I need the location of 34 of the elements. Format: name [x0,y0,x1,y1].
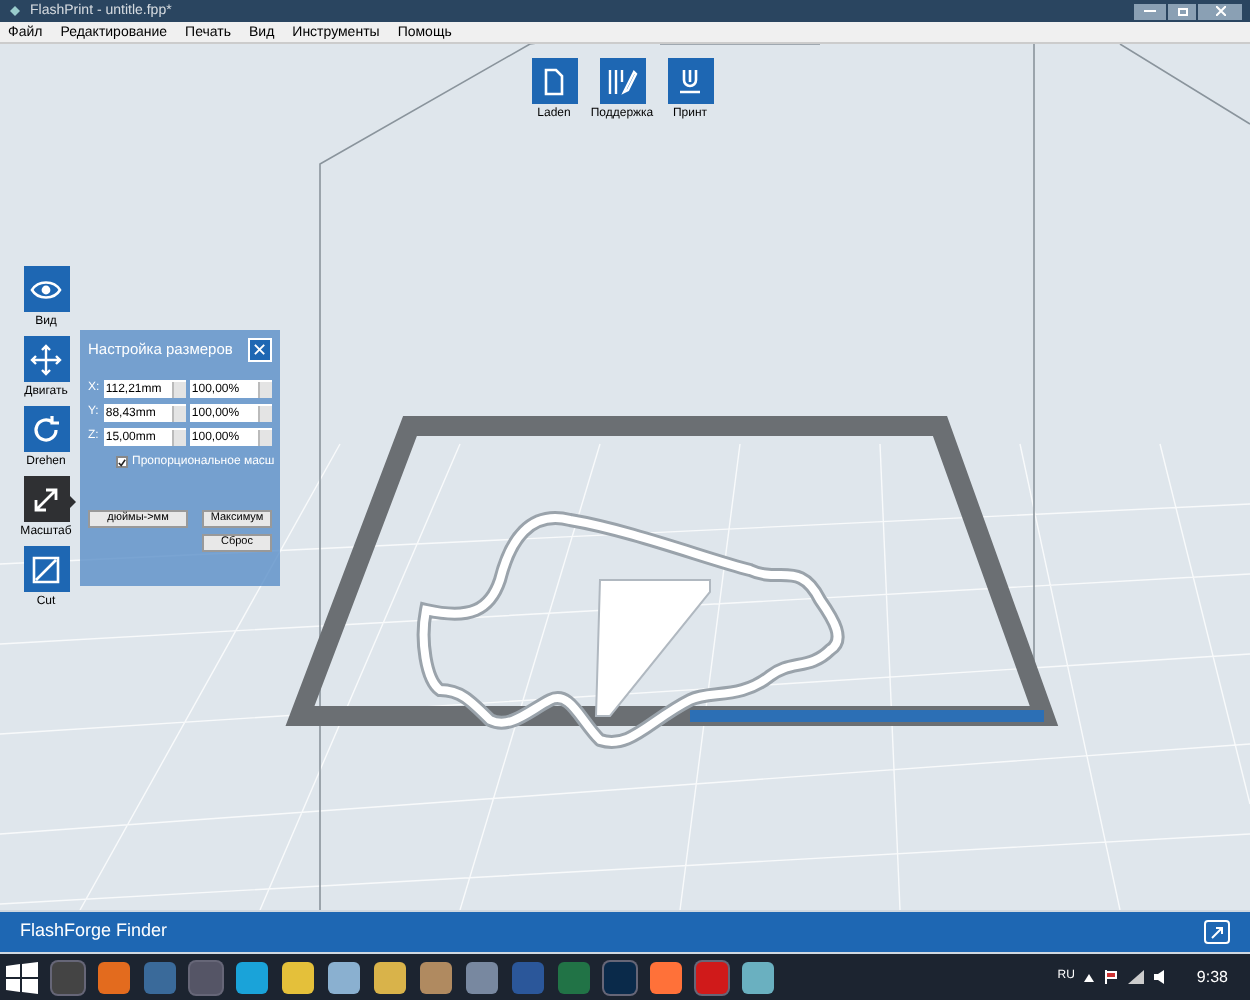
toolbar-button[interactable] [667,58,713,104]
status-text: FlashForge Finder [20,918,168,945]
tool-button[interactable] [23,406,69,452]
signal-bars-icon[interactable] [1128,970,1145,984]
move-arrows-icon [28,341,64,377]
expand-arrow-icon [1210,925,1224,939]
tool-button[interactable] [23,336,69,382]
close-button[interactable] [1198,3,1242,19]
toolbar-button[interactable] [531,58,577,104]
taskbar-app-icon[interactable] [466,961,498,993]
taskbar-app-icon[interactable] [236,961,268,993]
taskbar-app-icon[interactable] [420,961,452,993]
clock-time[interactable]: 9:38 [1196,965,1228,989]
taskbar-app-icon[interactable] [374,961,406,993]
caret-up-icon[interactable] [1084,973,1095,981]
tool-button[interactable] [23,546,69,592]
fullscreen-button[interactable] [1204,920,1230,944]
taskbar-app-icon[interactable] [650,961,682,993]
maximize-button[interactable] [1168,3,1196,19]
checkbox[interactable] [116,456,128,468]
minimize-button[interactable] [1134,3,1166,19]
taskbar-app-icon[interactable] [328,961,360,993]
taskbar-app-icon[interactable] [282,961,314,993]
flag-icon[interactable] [1104,970,1119,984]
taskbar-app-icon[interactable] [742,961,774,993]
tool-button[interactable] [23,476,69,522]
app-icon [8,4,22,18]
rotate-icon [28,411,64,447]
taskbar-app-icon[interactable] [98,961,130,993]
close-button[interactable]: ✕ [248,338,272,362]
tool-button[interactable] [23,266,69,312]
close-icon [1215,6,1225,16]
windows-logo-icon[interactable] [6,961,38,993]
toolbar-button[interactable] [599,58,645,104]
